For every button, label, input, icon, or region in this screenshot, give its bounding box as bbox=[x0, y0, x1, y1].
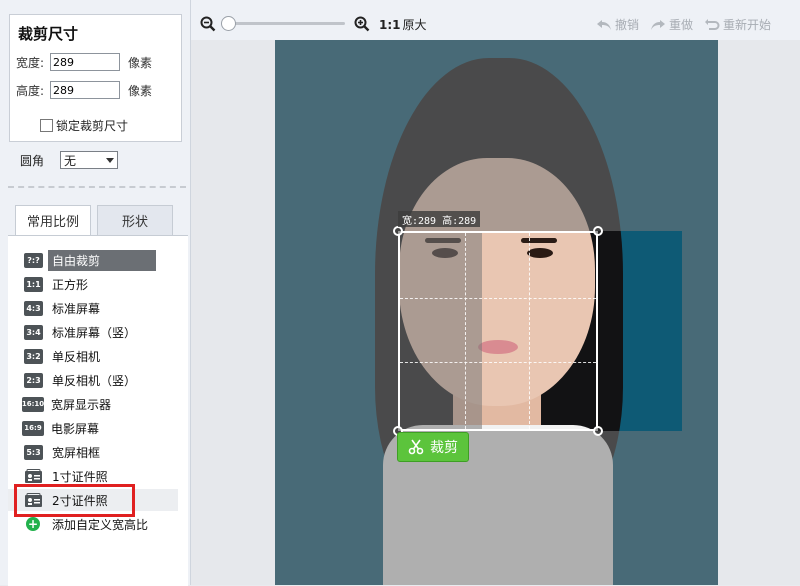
crop-handle-top-right[interactable] bbox=[593, 226, 603, 236]
grid-line bbox=[529, 233, 531, 429]
dim-overlay-top bbox=[275, 40, 718, 231]
ratio-2-3-icon: 2:3 bbox=[24, 372, 43, 388]
original-size-label: 原大 bbox=[402, 18, 427, 32]
ratio-list: ?:? 自由裁剪 1:1 正方形 4:3 标准屏幕 3:4 标准屏幕（竖） 3:… bbox=[8, 235, 188, 586]
redo-label: 重做 bbox=[669, 18, 694, 32]
undo-icon bbox=[597, 19, 611, 30]
height-unit: 像素 bbox=[128, 83, 153, 98]
ratio-item-label: 标准屏幕 bbox=[52, 301, 101, 316]
zoom-out-icon[interactable] bbox=[200, 16, 216, 35]
ratio-16-9-icon: 16:9 bbox=[22, 420, 44, 436]
ratio-free-icon: ?:? bbox=[24, 252, 43, 268]
tab-shapes[interactable]: 形状 bbox=[97, 205, 173, 235]
crop-handle-top-left[interactable] bbox=[393, 226, 403, 236]
ratio-item-label: 电影屏幕 bbox=[51, 421, 100, 436]
plus-circle-icon: + bbox=[26, 517, 40, 531]
crop-button-label: 裁剪 bbox=[430, 440, 458, 456]
ratio-item-label: 正方形 bbox=[52, 277, 89, 292]
restart-button[interactable]: 重新开始 bbox=[704, 16, 771, 33]
id-card-icon bbox=[24, 468, 43, 484]
ratio-item-16-9[interactable]: 16:9 电影屏幕 bbox=[8, 417, 178, 439]
width-input[interactable] bbox=[50, 53, 120, 71]
corner-row: 圆角 无 bbox=[20, 151, 118, 169]
divider bbox=[8, 186, 186, 188]
dim-overlay-right bbox=[682, 231, 718, 431]
ratio-item-3-2[interactable]: 3:2 单反相机 bbox=[8, 345, 178, 367]
ratio-item-label: 单反相机 bbox=[52, 349, 101, 364]
ratio-item-2-3[interactable]: 2:3 单反相机（竖） bbox=[8, 369, 178, 391]
undo-label: 撤销 bbox=[615, 18, 640, 32]
grid-line bbox=[464, 233, 466, 429]
restart-icon bbox=[705, 18, 720, 30]
crop-size-title: 裁剪尺寸 bbox=[18, 25, 79, 43]
ratio-item-3-4[interactable]: 3:4 标准屏幕（竖） bbox=[8, 321, 178, 343]
width-row: 宽度: 像素 bbox=[16, 52, 152, 72]
crop-button[interactable]: 裁剪 bbox=[397, 432, 469, 462]
ratio-item-4-3[interactable]: 4:3 标准屏幕 bbox=[8, 297, 178, 319]
crop-handle-bottom-right[interactable] bbox=[593, 426, 603, 436]
ratio-4-3-icon: 4:3 bbox=[24, 300, 43, 316]
ratio-16-10-icon: 16:10 bbox=[22, 396, 44, 412]
zoom-in-icon[interactable] bbox=[354, 16, 370, 35]
chevron-down-icon bbox=[106, 157, 114, 163]
zoom-slider-track[interactable] bbox=[227, 22, 345, 25]
ratio-item-label: 自由裁剪 bbox=[48, 249, 156, 271]
grid-line bbox=[400, 362, 596, 364]
highlight-annotation bbox=[14, 484, 135, 517]
height-input[interactable] bbox=[50, 81, 120, 99]
corner-label: 圆角 bbox=[20, 153, 45, 168]
grid-line bbox=[400, 297, 596, 299]
ratio-1-1-icon: 1:1 bbox=[24, 276, 43, 292]
undo-button[interactable]: 撤销 bbox=[596, 16, 639, 33]
ratio-item-label: 宽屏显示器 bbox=[51, 397, 112, 412]
tab-bar: 常用比例 形状 bbox=[15, 205, 179, 235]
lock-size-checkbox[interactable]: 锁定裁剪尺寸 bbox=[40, 117, 128, 134]
corner-select[interactable]: 无 bbox=[60, 151, 118, 169]
original-size-button[interactable]: 1:1 原大 bbox=[379, 16, 427, 33]
ratio-item-square[interactable]: 1:1 正方形 bbox=[8, 273, 178, 295]
corner-select-value: 无 bbox=[64, 153, 77, 168]
width-unit: 像素 bbox=[128, 55, 153, 70]
redo-icon bbox=[651, 19, 665, 30]
crop-frame[interactable] bbox=[398, 231, 598, 431]
restart-label: 重新开始 bbox=[723, 18, 772, 32]
lock-size-label: 锁定裁剪尺寸 bbox=[56, 119, 129, 133]
checkbox-icon bbox=[40, 119, 53, 132]
ratio-item-label: 单反相机（竖） bbox=[52, 373, 137, 388]
ratio-item-16-10[interactable]: 16:10 宽屏显示器 bbox=[8, 393, 178, 415]
ratio-label: 1:1 bbox=[379, 18, 401, 32]
ratio-item-label: 添加自定义宽高比 bbox=[52, 517, 149, 532]
ratio-item-free[interactable]: ?:? 自由裁剪 bbox=[8, 249, 178, 271]
ratio-item-label: 标准屏幕（竖） bbox=[52, 325, 137, 340]
height-label: 高度: bbox=[16, 83, 45, 98]
ratio-item-label: 1寸证件照 bbox=[52, 469, 108, 484]
redo-button[interactable]: 重做 bbox=[650, 16, 693, 33]
toolbar: 1:1 原大 撤销 重做 重新开始 bbox=[191, 0, 800, 40]
crop-size-panel: 裁剪尺寸 宽度: 像素 高度: 像素 锁定裁剪尺寸 bbox=[9, 14, 182, 142]
ratio-5-3-icon: 5:3 bbox=[24, 444, 43, 460]
ratio-item-label: 宽屏相框 bbox=[52, 445, 101, 460]
ratio-3-4-icon: 3:4 bbox=[24, 324, 43, 340]
width-label: 宽度: bbox=[16, 55, 45, 70]
canvas-area: 宽:289 高:289 裁剪 bbox=[191, 40, 800, 585]
scissors-icon bbox=[408, 439, 424, 455]
tab-common-ratios[interactable]: 常用比例 bbox=[15, 205, 91, 235]
ratio-item-5-3[interactable]: 5:3 宽屏相框 bbox=[8, 441, 178, 463]
zoom-slider-knob[interactable] bbox=[221, 16, 236, 31]
dim-overlay-bottom bbox=[275, 431, 718, 585]
height-row: 高度: 像素 bbox=[16, 80, 152, 100]
crop-dimensions-label: 宽:289 高:289 bbox=[398, 211, 481, 227]
ratio-3-2-icon: 3:2 bbox=[24, 348, 43, 364]
